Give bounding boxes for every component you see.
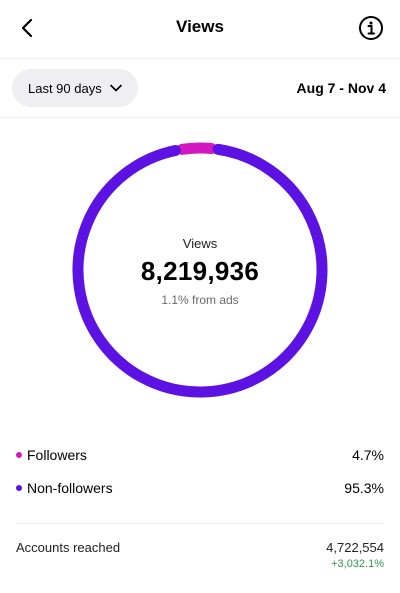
legend-row-followers: Followers 4.7% (16, 438, 384, 471)
stats-divider (16, 523, 384, 524)
followers-label: Followers (27, 446, 87, 463)
non-followers-percent: 95.3% (344, 479, 384, 496)
accounts-reached-values: 4,722,554 +3,032.1% (326, 540, 384, 570)
accounts-reached-change: +3,032.1% (331, 558, 384, 570)
section-divider (0, 117, 400, 118)
ads-note: 1.1% from ads (161, 293, 239, 307)
info-icon (359, 16, 383, 40)
date-range-text: Aug 7 - Nov 4 (296, 80, 386, 96)
views-label: Views (182, 236, 218, 251)
non-followers-label: Non-followers (27, 479, 113, 496)
legend-row-non-followers: Non-followers 95.3% (16, 471, 384, 504)
audience-legend: Followers 4.7% Non-followers 95.3% (16, 438, 384, 504)
page-title: Views (176, 17, 224, 36)
donut-center: Views 8,219,936 1.1% from ads (71, 236, 329, 307)
header: Views (0, 0, 400, 56)
date-range-dropdown-label: Last 90 days (28, 80, 102, 96)
filter-row: Last 90 days Aug 7 - Nov 4 (0, 66, 400, 110)
views-total: 8,219,936 (140, 256, 260, 286)
accounts-reached-row[interactable]: Accounts reached 4,722,554 +3,032.1% (16, 540, 384, 570)
followers-segment (176, 142, 217, 155)
chevron-down-icon (109, 84, 122, 92)
header-divider (0, 58, 400, 59)
non-followers-dot (16, 484, 22, 491)
accounts-reached-value: 4,722,554 (326, 540, 384, 555)
followers-percent: 4.7% (352, 446, 384, 463)
views-donut-chart: Views 8,219,936 1.1% from ads (71, 141, 329, 399)
date-range-dropdown[interactable]: Last 90 days (12, 69, 138, 107)
followers-dot (16, 451, 22, 458)
info-button[interactable] (356, 13, 386, 43)
